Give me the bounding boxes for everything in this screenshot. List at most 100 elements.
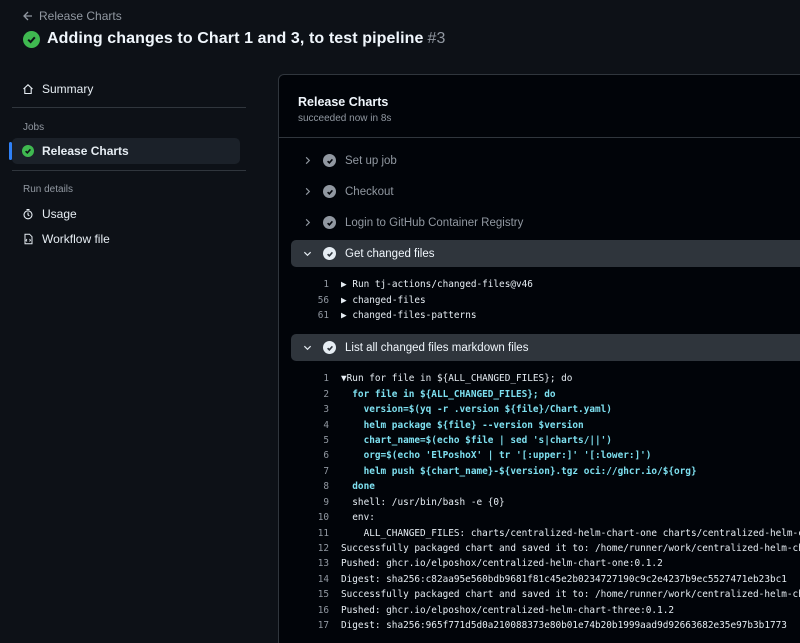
line-number: 56 [317, 294, 329, 306]
chevron-down-icon [297, 343, 317, 352]
line-number: 9 [323, 496, 329, 508]
log-line[interactable]: 1 ▼Run for file in ${ALL_CHANGED_FILES}; … [291, 371, 800, 386]
log-line[interactable]: 10 env: [291, 510, 800, 525]
log-line[interactable]: 6 org=$(echo 'ElPoshoX' | tr '[:upper:]'… [291, 448, 800, 463]
log-content: helm package ${file} --version $version [341, 419, 584, 431]
sidebar-item-summary[interactable]: Summary [12, 76, 240, 102]
log-content: org=$(echo 'ElPoshoX' | tr '[:upper:]' '… [341, 450, 652, 462]
log-content: shell: /usr/bin/bash -e {0} [341, 496, 505, 508]
log-content: Pushed: ghcr.io/elposhox/centralized-hel… [341, 558, 663, 570]
log-text: version=$(yq -r .version ${file}/Chart.y… [341, 404, 612, 415]
log-content: for file in ${ALL_CHANGED_FILES}; do [341, 388, 556, 400]
log-line[interactable]: 17 Digest: sha256:965f771d5d0a210088373e8… [291, 618, 800, 633]
sidebar-item-release-charts[interactable]: Release Charts [12, 138, 240, 164]
expand-triangle-icon[interactable]: ▶ [341, 295, 347, 306]
stopwatch-icon [23, 208, 33, 220]
log-content: changed-files-patterns [352, 310, 477, 322]
log-text: chart_name=$(echo $file | sed 's|charts/… [341, 435, 612, 446]
log-line[interactable]: 5 chart_name=$(echo $file | sed 's|chart… [291, 433, 800, 448]
home-icon [23, 84, 33, 95]
sidebar-item-label: Workflow file [42, 232, 110, 246]
step-check-icon [323, 341, 336, 354]
log-content: Digest: sha256:c82aa95e560bdb9681f81c45e… [341, 573, 787, 585]
step-label: Set up job [345, 154, 397, 167]
jobs-heading: Jobs [23, 122, 45, 133]
log-line[interactable]: 8 done [291, 479, 800, 494]
step-get-changed-files[interactable]: Get changed files [291, 240, 800, 267]
log-content: done [341, 481, 375, 493]
log-line[interactable]: 12 Successfully packaged chart and saved … [291, 541, 800, 556]
sidebar-item-label: Release Charts [42, 144, 129, 158]
log-text: Pushed: ghcr.io/elposhox/centralized-hel… [341, 558, 663, 569]
log-line[interactable]: 7 helm push ${chart_name}-${version}.tgz… [291, 464, 800, 479]
log-list-changed-files: 1 ▼Run for file in ${ALL_CHANGED_FILES}; … [291, 371, 800, 633]
step-label: Login to GitHub Container Registry [345, 216, 524, 229]
sidebar-item-label: Summary [42, 82, 94, 96]
expand-triangle-icon[interactable]: ▶ [341, 310, 347, 321]
log-content: Successfully packaged chart and saved it… [341, 543, 800, 555]
run-details-heading: Run details [23, 184, 74, 195]
line-number: 17 [317, 620, 329, 632]
line-number: 1 [323, 279, 329, 291]
log-text: ▶ changed-files-patterns [341, 310, 477, 321]
chevron-right-icon [297, 187, 317, 196]
log-content: version=$(yq -r .version ${file}/Chart.y… [341, 404, 612, 416]
log-line[interactable]: 61 ▶ changed-files-patterns [291, 308, 800, 323]
log-text: ▼Run for file in ${ALL_CHANGED_FILES}; d… [341, 373, 572, 384]
panel-divider [279, 137, 800, 138]
job-log-panel: Release Charts succeeded now in 8s Set u… [278, 74, 800, 643]
log-text: Digest: sha256:965f771d5d0a210088373e80b… [341, 620, 787, 631]
log-line[interactable]: 2 for file in ${ALL_CHANGED_FILES}; do [291, 386, 800, 401]
line-number: 5 [323, 434, 329, 446]
chevron-down-icon [297, 249, 317, 258]
log-content: helm push ${chart_name}-${version}.tgz o… [341, 465, 697, 477]
step-login-registry[interactable]: Login to GitHub Container Registry [291, 209, 800, 236]
file-code-icon [24, 233, 33, 245]
line-number: 13 [317, 558, 329, 570]
log-text: Digest: sha256:c82aa95e560bdb9681f81c45e… [341, 574, 787, 585]
log-line[interactable]: 1 ▶ Run tj-actions/changed-files@v46 [291, 277, 800, 292]
success-check-icon [23, 30, 40, 48]
job-title: Release Charts [298, 95, 389, 109]
log-text: helm push ${chart_name}-${version}.tgz o… [341, 466, 697, 477]
line-number: 15 [317, 589, 329, 601]
log-get-changed-files: 1 ▶ Run tj-actions/changed-files@v46 56 … [291, 277, 800, 323]
log-content: Run tj-actions/changed-files@v46 [352, 279, 533, 291]
step-checkout[interactable]: Checkout [291, 178, 800, 205]
chevron-right-icon [297, 218, 317, 227]
log-line[interactable]: 9 shell: /usr/bin/bash -e {0} [291, 495, 800, 510]
step-set-up-job[interactable]: Set up job [291, 147, 800, 174]
log-content: env: [341, 512, 375, 524]
line-number: 11 [317, 527, 329, 539]
step-check-icon [323, 247, 336, 260]
run-number: #3 [427, 30, 446, 47]
log-line[interactable]: 13 Pushed: ghcr.io/elposhox/centralized-h… [291, 556, 800, 571]
expand-triangle-icon[interactable]: ▶ [341, 279, 347, 290]
run-title-text: Adding changes to Chart 1 and 3, to test… [47, 30, 424, 47]
back-link[interactable]: Release Charts [23, 9, 122, 23]
log-line[interactable]: 15 Successfully packaged chart and saved … [291, 587, 800, 602]
sidebar-item-workflow-file[interactable]: Workflow file [12, 226, 240, 252]
log-line[interactable]: 3 version=$(yq -r .version ${file}/Chart… [291, 402, 800, 417]
line-number: 61 [317, 310, 329, 322]
log-text: Successfully packaged chart and saved it… [341, 543, 800, 554]
log-text: for file in ${ALL_CHANGED_FILES}; do [341, 389, 555, 400]
job-status-text: succeeded now in 8s [298, 113, 392, 124]
log-line[interactable]: 16 Pushed: ghcr.io/elposhox/centralized-h… [291, 603, 800, 618]
success-check-icon [22, 145, 34, 157]
sidebar-item-usage[interactable]: Usage [12, 201, 240, 227]
page-title: Adding changes to Chart 1 and 3, to test… [47, 30, 446, 48]
step-list-changed-files[interactable]: List all changed files markdown files [291, 334, 800, 361]
log-line[interactable]: 14 Digest: sha256:c82aa95e560bdb9681f81c4… [291, 572, 800, 587]
line-number: 12 [317, 543, 329, 555]
log-line[interactable]: 56 ▶ changed-files [291, 292, 800, 307]
log-text: ▶ Run tj-actions/changed-files@v46 [341, 279, 533, 290]
log-content: Digest: sha256:965f771d5d0a210088373e80b… [341, 620, 787, 632]
line-number: 3 [323, 404, 329, 416]
step-check-icon [323, 216, 336, 229]
log-text: helm package ${file} --version $version [341, 420, 584, 431]
step-check-icon [323, 185, 336, 198]
log-line[interactable]: 4 helm package ${file} --version $versio… [291, 417, 800, 432]
line-number: 1 [323, 373, 329, 385]
log-line[interactable]: 11 ALL_CHANGED_FILES: charts/centralized… [291, 525, 800, 540]
